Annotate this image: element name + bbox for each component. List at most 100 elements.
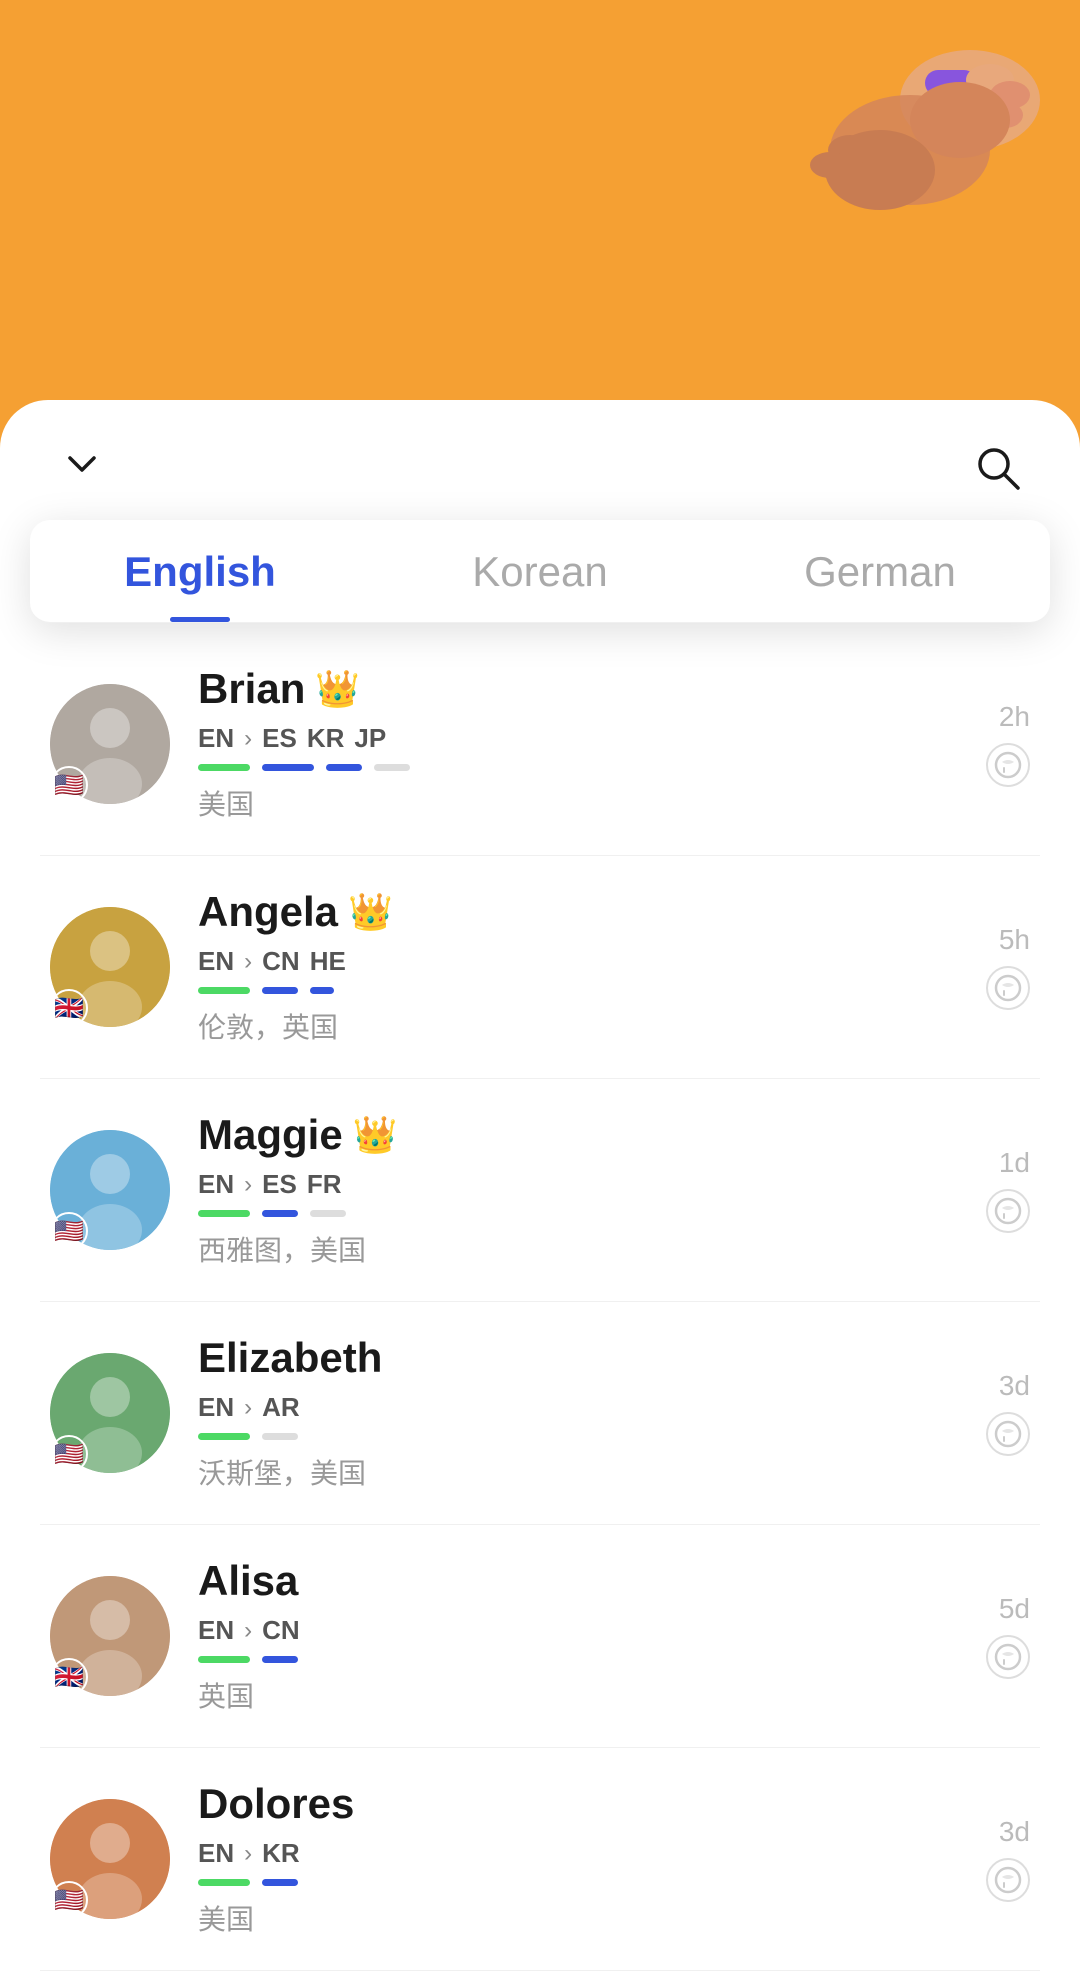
main-card: English Korean German 🇺🇸Brian👑EN›ESKRJP美… <box>0 400 1080 1971</box>
proficiency-bar <box>262 1656 298 1663</box>
lang-tag: HE <box>310 946 346 977</box>
search-bar <box>0 400 1080 500</box>
list-item[interactable]: 🇬🇧 Alisa EN›CN 英国 5d <box>40 1525 1040 1748</box>
flag-badge: 🇬🇧 <box>50 989 88 1027</box>
proficiency-bar <box>198 1656 250 1663</box>
user-location: 沃斯堡，美国 <box>198 1452 922 1492</box>
proficiency-bar <box>262 1210 298 1217</box>
proficiency-bar <box>198 1879 250 1886</box>
user-time: 3d <box>999 1816 1030 1848</box>
avatar: 🇺🇸 <box>50 1353 170 1473</box>
proficiency-bar <box>262 764 314 771</box>
lang-tags-row: EN›CNHE <box>198 946 922 977</box>
crown-icon: 👑 <box>353 1114 398 1156</box>
dropdown-arrow-icon[interactable] <box>64 446 100 491</box>
flag-badge: 🇺🇸 <box>50 1881 88 1919</box>
user-location: 西雅图，美国 <box>198 1229 922 1269</box>
search-button[interactable] <box>966 436 1030 500</box>
arrow-icon: › <box>244 1171 252 1199</box>
user-location: 伦敦，英国 <box>198 1006 922 1046</box>
lang-tag: EN <box>198 1169 234 1200</box>
user-name: Alisa <box>198 1557 298 1605</box>
user-meta: 5h <box>950 924 1030 1010</box>
user-time: 1d <box>999 1147 1030 1179</box>
proficiency-bar <box>198 764 250 771</box>
handshake-icon <box>770 20 1050 300</box>
proficiency-bar <box>326 764 362 771</box>
header-area <box>0 0 1080 380</box>
user-meta: 1d <box>950 1147 1030 1233</box>
lang-tag: EN <box>198 723 234 754</box>
user-meta: 2h <box>950 701 1030 787</box>
lang-tag: ES <box>262 1169 297 1200</box>
lang-tag: AR <box>262 1392 300 1423</box>
chat-icon[interactable] <box>986 1412 1030 1456</box>
proficiency-bar <box>198 987 250 994</box>
user-name: Angela <box>198 888 338 936</box>
avatar: 🇬🇧 <box>50 1576 170 1696</box>
lang-bars <box>198 1210 922 1219</box>
user-info: Brian👑EN›ESKRJP美国 <box>198 665 922 823</box>
lang-tags-row: EN›ESFR <box>198 1169 922 1200</box>
user-meta: 3d <box>950 1370 1030 1456</box>
lang-bars <box>198 1879 922 1888</box>
chat-icon[interactable] <box>986 1858 1030 1902</box>
user-location: 英国 <box>198 1675 922 1715</box>
user-info: Angela👑EN›CNHE伦敦，英国 <box>198 888 922 1046</box>
crown-icon: 👑 <box>315 668 360 710</box>
lang-tag: CN <box>262 946 300 977</box>
user-meta: 5d <box>950 1593 1030 1679</box>
lang-tag: KR <box>307 723 345 754</box>
tab-english[interactable]: English <box>30 548 370 622</box>
lang-tags-row: EN›AR <box>198 1392 922 1423</box>
lang-tag: CN <box>262 1615 300 1646</box>
user-info: Alisa EN›CN 英国 <box>198 1557 922 1715</box>
chat-icon[interactable] <box>986 743 1030 787</box>
chat-icon[interactable] <box>986 1635 1030 1679</box>
proficiency-bar <box>262 1433 298 1440</box>
lang-tag: EN <box>198 1392 234 1423</box>
avatar: 🇺🇸 <box>50 1799 170 1919</box>
user-name: Elizabeth <box>198 1334 382 1382</box>
list-item[interactable]: 🇬🇧Angela👑EN›CNHE伦敦，英国5h <box>40 856 1040 1079</box>
proficiency-bar <box>374 764 410 771</box>
lang-bars <box>198 987 922 996</box>
tab-korean[interactable]: Korean <box>370 548 710 622</box>
proficiency-bar <box>198 1210 250 1217</box>
proficiency-bar <box>310 1210 346 1217</box>
chat-icon[interactable] <box>986 1189 1030 1233</box>
lang-tag: ES <box>262 723 297 754</box>
user-location: 美国 <box>198 1898 922 1938</box>
lang-tag: JP <box>354 723 386 754</box>
lang-bars <box>198 1433 922 1442</box>
search-title[interactable] <box>50 446 100 491</box>
proficiency-bar <box>262 1879 298 1886</box>
user-list: 🇺🇸Brian👑EN›ESKRJP美国2h 🇬🇧Angela👑EN›CNHE伦敦… <box>0 633 1080 1971</box>
avatar: 🇺🇸 <box>50 684 170 804</box>
lang-tags-row: EN›CN <box>198 1615 922 1646</box>
tab-german[interactable]: German <box>710 548 1050 622</box>
flag-badge: 🇬🇧 <box>50 1658 88 1696</box>
user-name: Dolores <box>198 1780 354 1828</box>
user-info: Dolores EN›KR 美国 <box>198 1780 922 1938</box>
proficiency-bar <box>310 987 334 994</box>
crown-icon: 👑 <box>348 891 393 933</box>
list-item[interactable]: 🇺🇸 Dolores EN›KR 美国 3d <box>40 1748 1040 1971</box>
user-info: Maggie👑EN›ESFR西雅图，美国 <box>198 1111 922 1269</box>
chat-icon[interactable] <box>986 966 1030 1010</box>
user-meta: 3d <box>950 1816 1030 1902</box>
proficiency-bar <box>262 987 298 994</box>
arrow-icon: › <box>244 725 252 753</box>
flag-badge: 🇺🇸 <box>50 766 88 804</box>
user-info: Elizabeth EN›AR 沃斯堡，美国 <box>198 1334 922 1492</box>
list-item[interactable]: 🇺🇸Brian👑EN›ESKRJP美国2h <box>40 633 1040 856</box>
lang-tag: KR <box>262 1838 300 1869</box>
lang-tags-row: EN › ES KR JP <box>198 723 922 754</box>
avatar: 🇺🇸 <box>50 1130 170 1250</box>
lang-tag: EN <box>198 1838 234 1869</box>
lang-bars <box>198 1656 922 1665</box>
list-item[interactable]: 🇺🇸 Elizabeth EN›AR 沃斯堡，美国 3d <box>40 1302 1040 1525</box>
lang-tags-row: EN›KR <box>198 1838 922 1869</box>
list-item[interactable]: 🇺🇸Maggie👑EN›ESFR西雅图，美国1d <box>40 1079 1040 1302</box>
user-time: 5h <box>999 924 1030 956</box>
